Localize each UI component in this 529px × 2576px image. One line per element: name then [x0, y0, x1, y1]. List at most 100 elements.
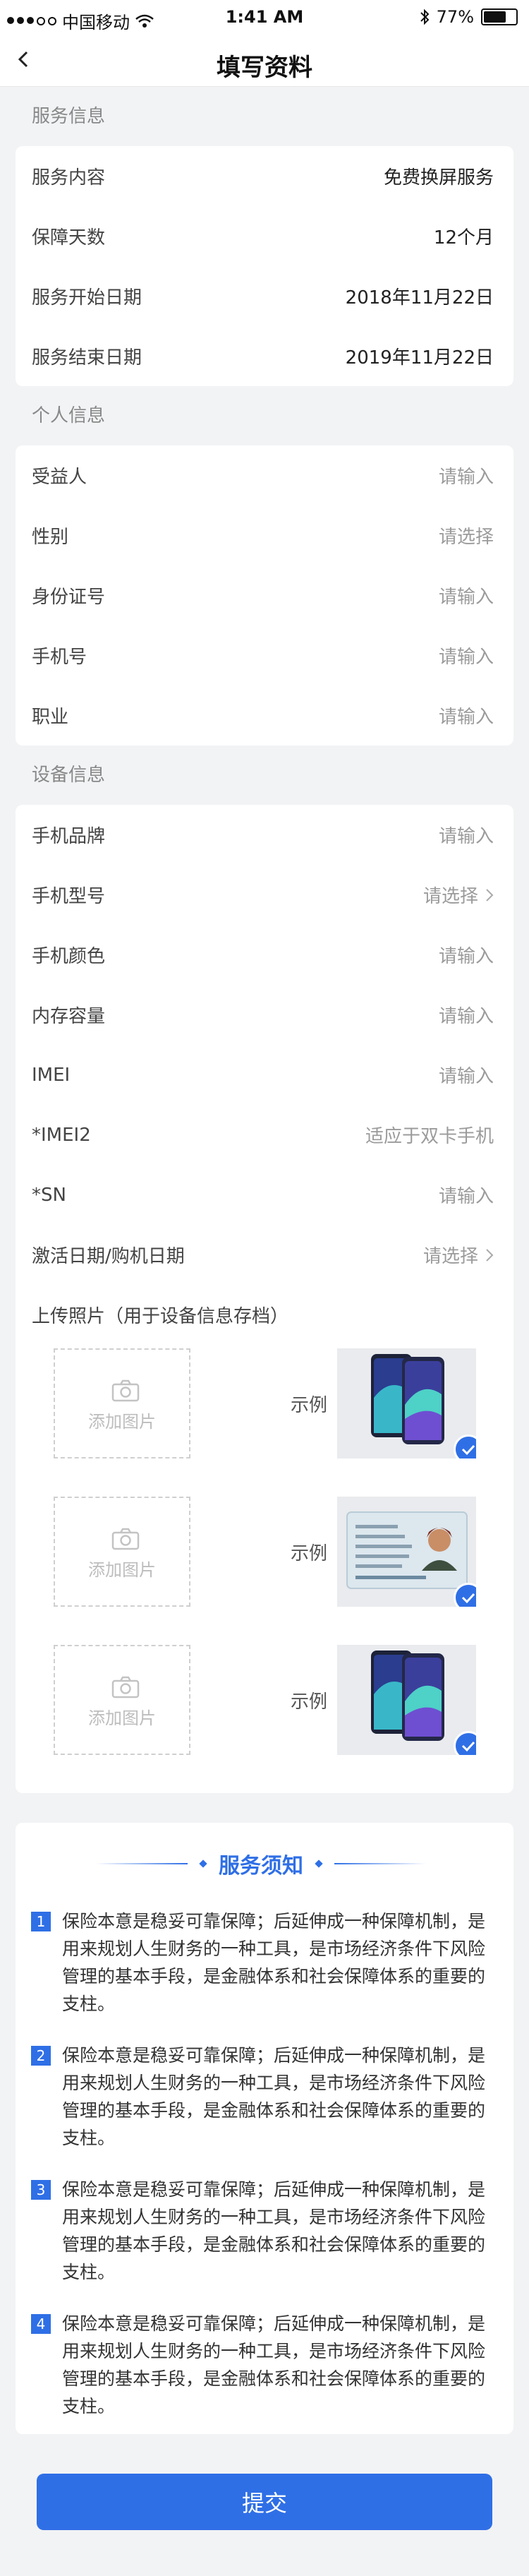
divider — [96, 1863, 188, 1864]
add-photo-button[interactable]: 添加图片 — [54, 1348, 190, 1458]
section-title-device: 设备信息 — [32, 765, 106, 786]
row-placeholder[interactable]: 请输入 — [439, 822, 494, 848]
notice-text: 保险本意是稳妥可靠保障；后延伸成一种保障机制，是用来规划人生财务的一种工具，是市… — [62, 1911, 486, 2014]
row-label: 手机型号 — [32, 886, 106, 907]
notice-number: 2 — [31, 2046, 51, 2066]
row-placeholder[interactable]: 请输入 — [439, 1182, 494, 1208]
row-label: 手机品牌 — [32, 826, 106, 847]
chevron-right-icon — [486, 888, 494, 901]
notice-text: 保险本意是稳妥可靠保障；后延伸成一种保障机制，是用来规划人生财务的一种工具，是市… — [62, 2313, 486, 2416]
beneficiary-field[interactable]: 受益人 请输入 — [16, 445, 513, 505]
divider — [334, 1863, 426, 1864]
device-card: 手机品牌 请输入 手机型号 请选择 手机颜色 请输入 内存容量 请输入 IMEI… — [16, 805, 513, 1793]
example-label: 示例 — [291, 1395, 328, 1416]
diamond-icon — [315, 1859, 323, 1868]
row-label: 保障天数 — [32, 227, 106, 248]
phone-brand-field[interactable]: 手机品牌 请输入 — [16, 805, 513, 865]
row-placeholder[interactable]: 适应于双卡手机 — [365, 1122, 494, 1148]
notice-title: 服务须知 — [219, 1854, 303, 1879]
activation-date-select[interactable]: 激活日期/购机日期 请选择 — [16, 1225, 513, 1285]
row-placeholder[interactable]: 请选择 — [439, 522, 494, 549]
add-photo-label: 添加图片 — [88, 1708, 156, 1728]
section-title-personal: 个人信息 — [32, 405, 106, 426]
row-placeholder[interactable]: 请输入 — [439, 582, 494, 609]
row-label: 受益人 — [32, 467, 87, 488]
phone-model-select[interactable]: 手机型号 请选择 — [16, 865, 513, 925]
row-label: 职业 — [32, 707, 69, 728]
row-label: 服务结束日期 — [32, 347, 142, 369]
battery-icon — [481, 8, 518, 25]
storage-field[interactable]: 内存容量 请输入 — [16, 985, 513, 1045]
photo-upload-row: 添加图片 示例 — [16, 1348, 513, 1497]
row-placeholder[interactable]: 请输入 — [439, 642, 494, 669]
nav-bar: 填写资料 — [0, 38, 529, 87]
service-start-row: 服务开始日期 2018年11月22日 — [16, 266, 513, 326]
notice-header: 服务须知 — [31, 1844, 491, 1883]
photo-upload-row: 添加图片 示例 — [16, 1645, 513, 1793]
row-value: 2018年11月22日 — [345, 287, 494, 308]
example-label: 示例 — [291, 1691, 328, 1713]
notice-text: 保险本意是稳妥可靠保障；后延伸成一种保障机制，是用来规划人生财务的一种工具，是市… — [62, 2179, 486, 2282]
add-photo-button[interactable]: 添加图片 — [54, 1645, 190, 1755]
upload-title: 上传照片（用于设备信息存档） — [32, 1306, 289, 1327]
service-card: 服务内容 免费换屏服务 保障天数 12个月 服务开始日期 2018年11月22日… — [16, 146, 513, 386]
row-label: 身份证号 — [32, 587, 106, 608]
imei2-field[interactable]: *IMEI2 适应于双卡手机 — [16, 1105, 513, 1165]
phone-color-field[interactable]: 手机颜色 请输入 — [16, 925, 513, 985]
row-placeholder[interactable]: 请输入 — [439, 702, 494, 729]
row-label: 性别 — [32, 527, 69, 548]
notice-item: 2 保险本意是稳妥可靠保障；后延伸成一种保障机制，是用来规划人生财务的一种工具，… — [31, 2042, 491, 2152]
row-placeholder[interactable]: 请输入 — [439, 462, 494, 489]
example-id-card-image — [337, 1497, 476, 1607]
personal-card: 受益人 请输入 性别 请选择 身份证号 请输入 手机号 请输入 职业 请输入 — [16, 445, 513, 745]
page-title: 填写资料 — [217, 54, 312, 82]
chevron-right-icon — [486, 1248, 494, 1262]
row-label: IMEI — [32, 1064, 71, 1086]
diamond-icon — [199, 1859, 207, 1868]
bluetooth-icon — [420, 8, 430, 25]
phone-field[interactable]: 手机号 请输入 — [16, 625, 513, 685]
row-placeholder[interactable]: 请输入 — [439, 1062, 494, 1088]
status-bar: 中国移动 1:41 AM 77% — [0, 0, 529, 38]
row-label: 手机颜色 — [32, 946, 106, 967]
camera-icon — [111, 1528, 140, 1550]
imei-field[interactable]: IMEI 请输入 — [16, 1045, 513, 1105]
notice-text: 保险本意是稳妥可靠保障；后延伸成一种保障机制，是用来规划人生财务的一种工具，是市… — [62, 2045, 486, 2148]
example-label: 示例 — [291, 1543, 328, 1564]
row-value: 免费换屏服务 — [383, 167, 494, 188]
notice-number: 1 — [31, 1912, 51, 1931]
row-label: 服务开始日期 — [32, 287, 142, 308]
example-phone-image — [337, 1645, 476, 1755]
row-placeholder[interactable]: 请输入 — [439, 1002, 494, 1028]
example-phone-image — [337, 1348, 476, 1458]
row-placeholder[interactable]: 请输入 — [439, 942, 494, 968]
add-photo-button[interactable]: 添加图片 — [54, 1497, 190, 1607]
row-value: 2019年11月22日 — [345, 347, 494, 369]
add-photo-label: 添加图片 — [88, 1560, 156, 1580]
notice-item: 1 保险本意是稳妥可靠保障；后延伸成一种保障机制，是用来规划人生财务的一种工具，… — [31, 1907, 491, 2018]
row-placeholder[interactable]: 请选择 — [423, 1242, 478, 1268]
row-value: 12个月 — [433, 227, 494, 248]
id-number-field[interactable]: 身份证号 请输入 — [16, 565, 513, 625]
add-photo-label: 添加图片 — [88, 1412, 156, 1432]
row-label: 激活日期/购机日期 — [32, 1246, 185, 1267]
gender-select[interactable]: 性别 请选择 — [16, 505, 513, 565]
camera-icon — [111, 1676, 140, 1699]
battery-percent: 77% — [436, 7, 474, 27]
service-end-row: 服务结束日期 2019年11月22日 — [16, 326, 513, 386]
row-label: *IMEI2 — [32, 1124, 91, 1146]
camera-icon — [111, 1379, 140, 1402]
row-label: *SN — [32, 1184, 66, 1206]
service-content-row: 服务内容 免费换屏服务 — [16, 146, 513, 206]
occupation-field[interactable]: 职业 请输入 — [16, 685, 513, 745]
service-days-row: 保障天数 12个月 — [16, 206, 513, 266]
sn-field[interactable]: *SN 请输入 — [16, 1165, 513, 1225]
photo-upload-row: 添加图片 示例 — [16, 1497, 513, 1645]
notice-item: 4 保险本意是稳妥可靠保障；后延伸成一种保障机制，是用来规划人生财务的一种工具，… — [31, 2310, 491, 2420]
submit-button[interactable]: 提交 — [37, 2474, 492, 2530]
notice-number: 4 — [31, 2314, 51, 2334]
row-placeholder[interactable]: 请选择 — [423, 882, 478, 908]
notice-card: 服务须知 1 保险本意是稳妥可靠保障；后延伸成一种保障机制，是用来规划人生财务的… — [16, 1823, 513, 2434]
row-label: 手机号 — [32, 647, 87, 668]
check-icon — [454, 1583, 476, 1607]
